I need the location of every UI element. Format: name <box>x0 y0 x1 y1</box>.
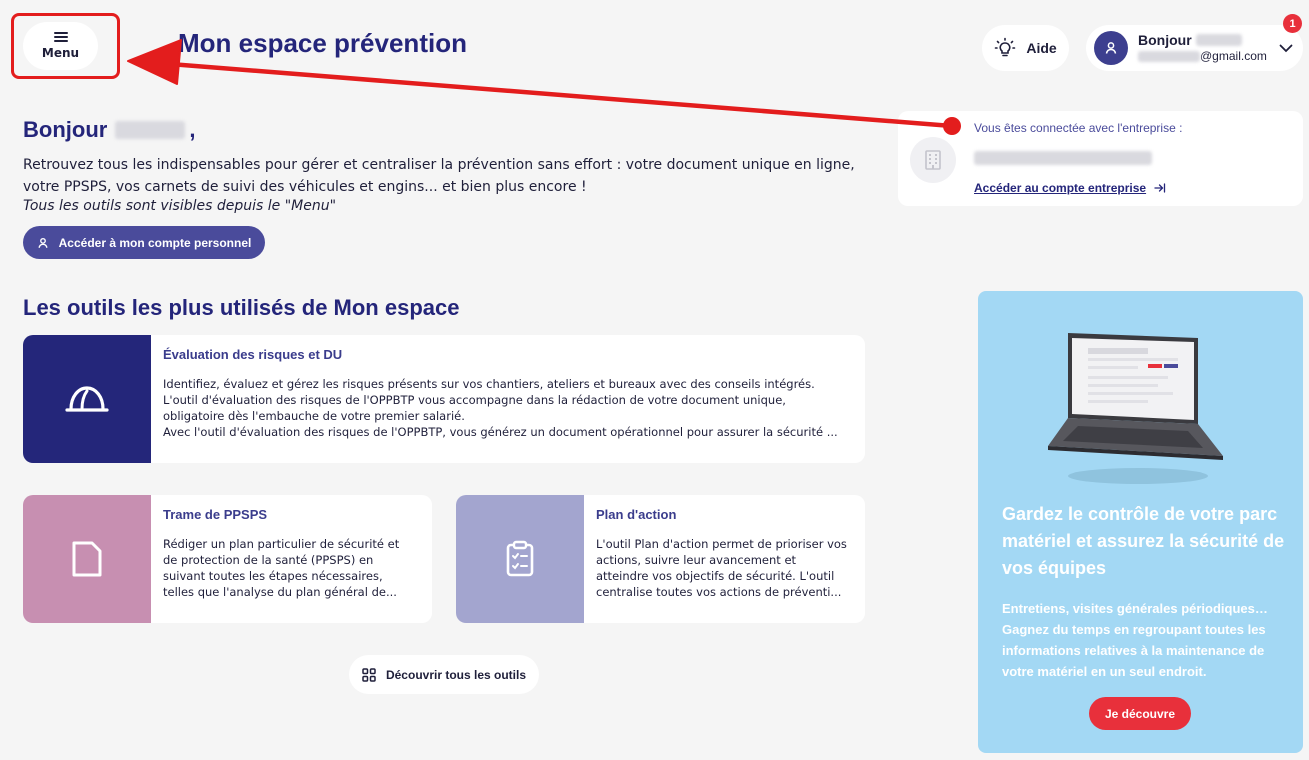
user-email-suffix: @gmail.com <box>1200 49 1267 63</box>
tool-desc-line: suivant toutes les étapes nécessaires, <box>163 569 383 583</box>
tool-desc-line: de protection de la santé (PPSPS) en <box>163 553 374 567</box>
promo-discover-button[interactable]: Je découvre <box>1089 697 1191 730</box>
tool-desc-line: Avec l'outil d'évaluation des risques de… <box>163 425 838 439</box>
building-icon <box>910 137 956 183</box>
chevron-down-icon <box>1279 44 1293 52</box>
tool-description: Identifiez, évaluez et gérez les risques… <box>163 376 838 440</box>
intro-line-2: votre PPSPS, vos carnets de suivi des vé… <box>23 179 587 195</box>
clipboard-check-icon <box>456 495 584 623</box>
page-title: Mon espace prévention <box>178 28 467 58</box>
discover-label: Découvrir tous les outils <box>385 667 527 682</box>
tool-description: L'outil Plan d'action permet de priorise… <box>596 536 847 600</box>
user-menu-button[interactable]: Bonjour @gmail.com <box>1086 25 1303 71</box>
greeting-hello: Bonjour <box>23 117 108 142</box>
help-button[interactable]: Aide <box>982 25 1069 71</box>
tool-description: Rédiger un plan particulier de sécurité … <box>163 536 399 600</box>
user-icon <box>38 237 48 248</box>
promo-title: Gardez le contrôle de votre parc matérie… <box>1002 504 1285 578</box>
personal-account-button[interactable]: Accéder à mon compte personnel <box>23 226 265 259</box>
notification-badge: 1 <box>1283 14 1302 33</box>
tools-section-title: Les outils les plus utilisés de Mon espa… <box>23 295 460 320</box>
annotation-arrowhead <box>127 39 182 85</box>
tool-desc-line: atteindre vos objectifs de sécurité. L'o… <box>596 569 835 583</box>
intro-line-1: Retrouvez tous les indispensables pour g… <box>23 157 855 173</box>
greeting-heading: Bonjour , <box>23 117 195 143</box>
tool-card-ppsps[interactable]: Trame de PPSPS Rédiger un plan particuli… <box>23 495 432 623</box>
menu-annotation-box <box>11 13 120 79</box>
tool-desc-line: centralise toutes vos actions de prévent… <box>596 585 842 599</box>
help-label: Aide <box>1026 40 1057 56</box>
tool-card-action-plan[interactable]: Plan d'action L'outil Plan d'action perm… <box>456 495 865 623</box>
document-icon <box>23 495 151 623</box>
external-arrow-icon <box>1154 183 1166 193</box>
tool-title: Trame de PPSPS <box>163 507 268 522</box>
lightbulb-icon <box>995 37 1016 57</box>
greeting-name-redacted <box>115 121 186 139</box>
grid-icon <box>362 667 376 682</box>
tool-title: Évaluation des risques et DU <box>163 347 343 362</box>
tool-desc-line: Rédiger un plan particulier de sécurité … <box>163 537 400 551</box>
user-email-redacted <box>1138 50 1200 62</box>
tool-desc-line: L'outil Plan d'action permet de priorise… <box>596 537 847 551</box>
promo-text: Entretiens, visites générales périodique… <box>1002 601 1268 679</box>
tool-desc-line: actions, suivre leur avancement et <box>596 553 797 567</box>
user-greeting: Bonjour <box>1138 32 1192 48</box>
company-name-redacted <box>974 151 1152 165</box>
laptop-illustration <box>1048 333 1223 484</box>
company-link-label: Accéder au compte entreprise <box>974 181 1147 195</box>
promo-card: Gardez le contrôle de votre parc matérie… <box>978 291 1303 753</box>
greeting-comma: , <box>189 117 196 142</box>
avatar <box>1094 31 1128 65</box>
company-card: Vous êtes connectée avec l'entreprise : … <box>898 111 1303 206</box>
tool-title: Plan d'action <box>596 507 677 522</box>
tool-desc-line: Identifiez, évaluez et gérez les risques… <box>163 377 815 391</box>
intro-note: Tous les outils sont visibles depuis le … <box>23 198 337 214</box>
tool-desc-line: obligatoire dès l'embauche de votre prem… <box>163 409 465 423</box>
company-label: Vous êtes connectée avec l'entreprise : <box>974 121 1183 135</box>
discover-all-tools-button[interactable]: Découvrir tous les outils <box>349 655 539 694</box>
personal-account-label: Accéder à mon compte personnel <box>58 235 252 250</box>
company-account-link[interactable]: Accéder au compte entreprise <box>974 181 1166 195</box>
tool-card-risk-evaluation[interactable]: Évaluation des risques et DU Identifiez,… <box>23 335 865 463</box>
tool-desc-line: telles que l'analyse du plan général de.… <box>163 585 397 599</box>
intro-text: Retrouvez tous les indispensables pour g… <box>23 154 863 198</box>
user-icon <box>1105 42 1117 54</box>
helmet-icon <box>23 335 151 463</box>
user-name-redacted <box>1195 34 1242 46</box>
tool-desc-line: L'outil d'évaluation des risques de l'OP… <box>163 393 786 407</box>
